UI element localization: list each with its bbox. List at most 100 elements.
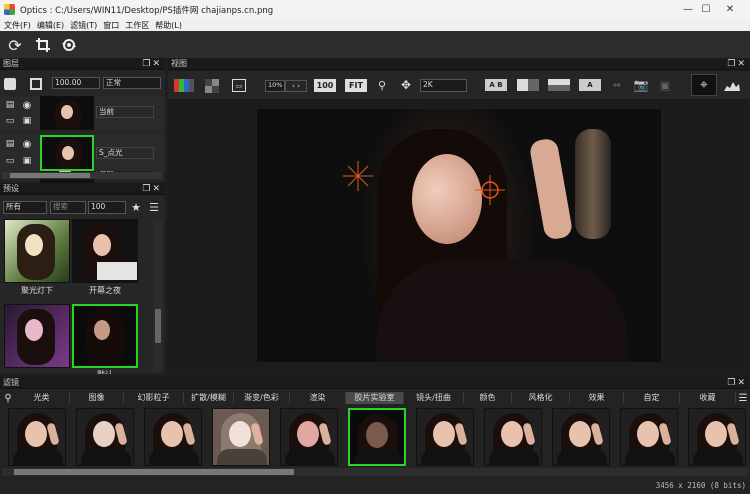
preset-thumb-1[interactable] xyxy=(4,219,70,283)
tab-effects[interactable]: 效果 xyxy=(570,392,624,404)
panel-close-icon[interactable]: ❐✕ xyxy=(727,377,747,389)
move-icon[interactable]: ✥ xyxy=(399,78,413,92)
tab-color[interactable]: 颜色 xyxy=(464,392,512,404)
preset-thumb-2[interactable] xyxy=(72,219,138,283)
search-icon[interactable]: ⚲ xyxy=(2,392,14,404)
monitor-icon[interactable]: ▭ xyxy=(4,116,16,126)
tab-custom[interactable]: 自定 xyxy=(624,392,680,404)
panel-close-icon[interactable]: ❐✕ xyxy=(142,58,162,70)
filter-thumb-5[interactable] xyxy=(280,408,338,466)
layer-opacity-field[interactable]: 100.00 xyxy=(52,77,100,89)
filter-thumb-6[interactable] xyxy=(348,408,406,466)
light-target-crosshair[interactable] xyxy=(475,175,505,205)
menu-file[interactable]: 文件(F) xyxy=(4,20,31,31)
filter-thumb-3[interactable] xyxy=(144,408,202,466)
layer-mask-icon[interactable] xyxy=(30,78,42,90)
filter-thumb-7[interactable] xyxy=(416,408,474,466)
preset-label-1: 聚光灯下 xyxy=(21,286,53,295)
filter-thumb-11[interactable] xyxy=(688,408,746,466)
preset-category-select[interactable]: 所有 xyxy=(3,201,47,214)
filters-scrollbar[interactable] xyxy=(2,468,748,476)
preset-search-input[interactable]: 搜索 xyxy=(50,201,86,214)
zoom-stepper[interactable]: ‹ › xyxy=(285,80,307,92)
star-icon[interactable]: ★ xyxy=(129,200,143,214)
filters-scroll-thumb[interactable] xyxy=(14,469,294,475)
eye-icon[interactable]: ◉ xyxy=(20,138,34,150)
layer-row-current[interactable]: ▤ ◉ ▭ ▣ 当前 xyxy=(0,96,165,130)
tab-gradient[interactable]: 渐变/色彩 xyxy=(234,392,290,404)
split-vertical-icon[interactable] xyxy=(517,79,539,91)
layers-scrollbar[interactable] xyxy=(2,172,162,179)
rgb-channels-icon[interactable] xyxy=(174,79,194,92)
zoom-100-button[interactable]: 100 xyxy=(314,79,336,92)
crosshair-target-icon[interactable]: ⌖ xyxy=(691,74,717,96)
resolution-select[interactable]: 2K xyxy=(420,79,467,92)
filter-thumb-4[interactable] xyxy=(212,408,270,466)
refresh-icon[interactable]: ⟳ xyxy=(6,36,24,55)
tab-render[interactable]: 渲染 xyxy=(290,392,346,404)
panel-close-icon[interactable]: ❐✕ xyxy=(142,183,162,195)
tab-film-lab[interactable]: 胶片实验室 xyxy=(346,392,404,404)
preset-label-4: 默认 xyxy=(72,369,138,374)
image-canvas[interactable] xyxy=(257,109,661,362)
filter-thumb-9[interactable] xyxy=(552,408,610,466)
layer2-thumbnail[interactable] xyxy=(40,135,94,171)
mask-icon[interactable]: ▣ xyxy=(20,156,34,166)
histogram-icon[interactable] xyxy=(723,78,741,92)
tab-favorites[interactable]: 收藏 xyxy=(680,392,736,404)
filter-thumb-2[interactable] xyxy=(76,408,134,466)
tab-particles[interactable]: 幻影粒子 xyxy=(124,392,184,404)
camera-icon[interactable]: 📷 xyxy=(632,78,650,92)
split-horizontal-icon[interactable] xyxy=(548,79,570,91)
preset-thumb-default[interactable] xyxy=(72,304,138,368)
microphone xyxy=(575,129,611,239)
menu-window[interactable]: 窗口 xyxy=(103,20,119,31)
menu-edit[interactable]: 编辑(E) xyxy=(37,20,64,31)
tab-lens[interactable]: 镜头/扭曲 xyxy=(404,392,464,404)
tab-image[interactable]: 图像 xyxy=(70,392,124,404)
filter-thumb-1[interactable] xyxy=(8,408,66,466)
filters-menu-icon[interactable]: ☰ xyxy=(737,392,749,404)
blend-mode-select[interactable]: 正常 xyxy=(103,77,161,89)
layer-add-icon[interactable] xyxy=(4,78,16,90)
preset-label-3 xyxy=(4,369,70,374)
monitor-icon[interactable]: ▭ xyxy=(4,156,16,166)
layer1-name[interactable]: 当前 xyxy=(96,106,154,118)
mask-icon[interactable]: ▣ xyxy=(20,116,34,126)
presets-scrollbar[interactable] xyxy=(153,219,163,371)
crop-icon[interactable] xyxy=(34,36,52,54)
preset-thumb-3[interactable] xyxy=(4,304,70,368)
checker-icon[interactable] xyxy=(205,79,219,93)
adjust-layer-icon[interactable]: ▤ xyxy=(4,100,16,110)
adjust-layer-icon[interactable]: ▤ xyxy=(4,139,16,149)
ab-compare-button[interactable]: A B xyxy=(485,79,507,91)
display-icon: ▣ xyxy=(659,78,671,92)
light-source-crosshair[interactable] xyxy=(343,161,373,191)
rotate-icon[interactable] xyxy=(60,36,78,54)
layer-row-spotlight[interactable]: ▤ ◉ ▭ ▣ S_点光 xyxy=(0,135,165,171)
eye-icon[interactable]: ◉ xyxy=(20,99,34,111)
filter-thumb-8[interactable] xyxy=(484,408,542,466)
zoom-percent-field[interactable]: 10% xyxy=(265,80,285,92)
layers-header: 图层 ❐✕ xyxy=(0,58,165,70)
layers-scroll-thumb[interactable] xyxy=(10,173,90,178)
presets-scroll-thumb[interactable] xyxy=(155,309,161,343)
tab-light[interactable]: 光类 xyxy=(14,392,70,404)
menu-help[interactable]: 帮助(L) xyxy=(155,20,182,31)
filter-thumb-10[interactable] xyxy=(620,408,678,466)
image-icon[interactable]: ▭ xyxy=(232,79,246,92)
layer2-name[interactable]: S_点光 xyxy=(96,147,154,159)
layer1-thumbnail[interactable] xyxy=(40,96,94,130)
menu-workspace[interactable]: 工作区 xyxy=(125,20,149,31)
text-overlay-icon[interactable]: A xyxy=(579,79,601,91)
preset-amount-field[interactable]: 100 xyxy=(88,201,126,214)
panel-close-icon[interactable]: ❐✕ xyxy=(727,58,747,70)
close-button[interactable]: ✕ xyxy=(710,0,750,19)
tab-diffuse[interactable]: 扩散/模糊 xyxy=(184,392,234,404)
menu-icon[interactable]: ☰ xyxy=(147,200,161,214)
menu-filter[interactable]: 滤镜(T) xyxy=(70,20,97,31)
tab-stylize[interactable]: 风格化 xyxy=(512,392,570,404)
magnifier-icon[interactable]: ⚲ xyxy=(375,78,389,92)
filters-title: 滤镜 xyxy=(3,378,19,387)
fit-button[interactable]: FIT xyxy=(345,79,367,92)
